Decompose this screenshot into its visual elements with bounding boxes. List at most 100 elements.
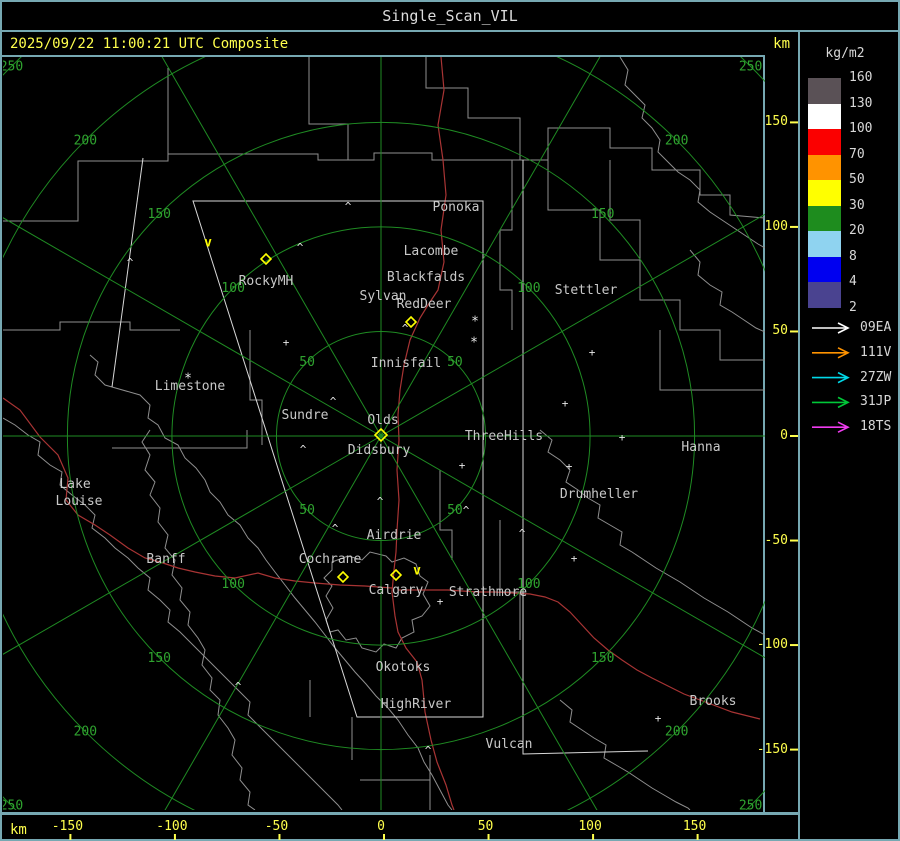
city-label-reddeer: RedDeer — [397, 297, 452, 312]
town-marker: ^ — [519, 527, 526, 540]
city-label-vulcan: Vulcan — [486, 737, 533, 752]
city-label-strathmore: Strathmore — [449, 585, 527, 600]
ring-label: 250 — [739, 59, 762, 74]
vil-scale-swatch — [808, 103, 841, 130]
vil-scale-swatch — [808, 129, 841, 155]
town-marker: ^ — [377, 495, 384, 508]
right-axis-label: -50 — [764, 532, 788, 548]
vil-scale-value: 70 — [849, 146, 865, 162]
vil-scale-swatch — [808, 154, 841, 181]
town-marker: + — [437, 595, 444, 608]
town-marker: ^ — [297, 241, 304, 254]
window-title: Single_Scan_VIL — [382, 7, 518, 25]
city-label-rockymh: RockyMH — [239, 274, 294, 289]
ring-label: 150 — [591, 651, 614, 666]
ring-label: 50 — [447, 355, 463, 370]
city-label-innisfail: Innisfail — [371, 356, 441, 371]
city-label-okotoks: Okotoks — [376, 660, 431, 675]
radar-arrow-icon — [837, 396, 850, 409]
radar-arrow-icon — [837, 371, 850, 384]
town-marker: ^ — [332, 522, 339, 535]
town-marker: + — [283, 336, 290, 349]
vil-scale-value: 4 — [849, 274, 857, 289]
city-label-louise: Louise — [56, 494, 103, 509]
town-marker: v — [413, 564, 421, 579]
radar-arrow-icon — [837, 347, 850, 359]
city-label-lake: Lake — [59, 477, 90, 492]
town-marker: ^ — [235, 680, 242, 693]
right-axis-label: 100 — [764, 218, 788, 234]
bottom-axis-label: 0 — [377, 819, 385, 834]
city-labels: PonokaLacombeBlackfaldsSylvanRedDeerStet… — [56, 200, 737, 752]
vil-scale-swatch — [808, 282, 841, 308]
city-label-airdrie: Airdrie — [367, 528, 422, 543]
ring-label: 200 — [665, 725, 688, 740]
town-marker: + — [571, 552, 578, 565]
city-label-lacombe: Lacombe — [404, 244, 459, 259]
radar-arrow-icon — [837, 421, 850, 433]
town-marker: ^ — [425, 744, 432, 757]
right-axis-unit-label: km — [773, 36, 790, 52]
ring-label: 250 — [3, 799, 23, 810]
legend-unit-label: kg/m2 — [825, 46, 865, 61]
town-marker: ^ — [463, 504, 470, 517]
city-label-drumheller: Drumheller — [560, 487, 638, 502]
ring-label: 150 — [148, 207, 171, 222]
scan-timestamp: 2025/09/22 11:00:21 UTC Composite — [10, 36, 289, 52]
vil-scale-value: 2 — [849, 299, 857, 315]
radar-map[interactable]: 50 5050 50100 100100 100150 150150 150200 20020… — [3, 57, 765, 810]
city-label-highriver: HighRiver — [381, 697, 452, 712]
city-label-sundre: Sundre — [282, 408, 329, 423]
town-marker: ^ — [127, 256, 134, 269]
right-axis-label: -150 — [756, 741, 788, 757]
ring-label: 200 — [74, 725, 97, 740]
town-marker: + — [589, 346, 596, 359]
bottom-axis-label: 50 — [477, 819, 494, 834]
bottom-axis-label: -100 — [156, 819, 188, 834]
city-label-didsbury: Didsbury — [348, 443, 411, 458]
radar-site-marker — [389, 568, 403, 582]
town-marker: + — [655, 712, 662, 725]
vil-scale-value: 160 — [849, 70, 873, 85]
radar-id-label: 09EA — [860, 320, 892, 335]
right-axis-label: 0 — [780, 428, 788, 443]
vil-scale-value: 100 — [849, 121, 873, 136]
ring-label: 150 — [148, 651, 171, 666]
border-legend-divider — [798, 31, 800, 841]
city-label-cochrane: Cochrane — [299, 552, 362, 567]
radar-id-label: 18TS — [860, 419, 892, 435]
town-marker: * — [471, 315, 479, 330]
vil-scale-swatch — [808, 180, 841, 206]
ring-label: 50 — [299, 355, 315, 370]
ring-label: 100 — [221, 577, 244, 592]
bottom-axis-label: 100 — [578, 819, 602, 834]
radar-app-window: Single_Scan_VIL 2025/09/22 11:00:21 UTC … — [0, 0, 900, 841]
radar-id-label: 31JP — [860, 394, 892, 410]
vil-scale-swatch — [808, 78, 841, 104]
vil-scale-value: 130 — [849, 95, 873, 111]
city-label-threehills: ThreeHills — [465, 429, 543, 444]
town-marker: + — [562, 397, 569, 410]
town-marker: v — [204, 236, 212, 251]
radar-id-label: 27ZW — [860, 369, 892, 385]
border-title-sep — [0, 30, 900, 32]
town-marker: ^ — [330, 395, 337, 408]
town-marker: ^ — [300, 443, 307, 456]
city-label-calgary: Calgary — [369, 583, 424, 598]
right-axis-label: 50 — [772, 323, 788, 339]
ring-label: 150 — [591, 207, 614, 222]
vil-scale-swatch — [808, 205, 841, 232]
vil-scale-swatch — [808, 256, 841, 283]
right-axis-label: 150 — [764, 114, 788, 130]
radar-arrow-icon — [837, 322, 850, 334]
ring-label: 250 — [739, 799, 762, 810]
border-left — [0, 0, 2, 841]
city-label-brooks: Brooks — [690, 694, 737, 709]
city-label-blackfalds: Blackfalds — [387, 270, 465, 285]
radar-site-marker — [336, 570, 350, 584]
vil-scale-value: 30 — [849, 197, 865, 213]
town-marker: + — [566, 460, 573, 473]
town-marker: + — [459, 459, 466, 472]
vil-scale-value: 20 — [849, 223, 865, 238]
ring-label: 50 — [299, 503, 315, 518]
